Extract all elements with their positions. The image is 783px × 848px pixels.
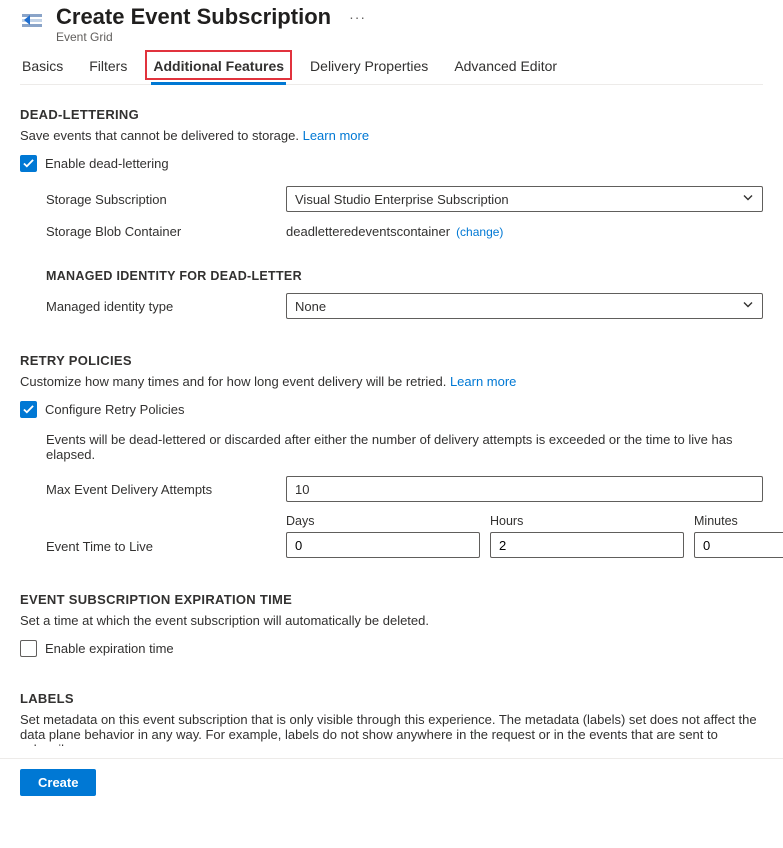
enable-expiration-label: Enable expiration time xyxy=(45,641,174,656)
ttl-hours-label: Hours xyxy=(490,514,684,528)
storage-subscription-value: Visual Studio Enterprise Subscription xyxy=(295,192,509,207)
enable-dead-lettering-label: Enable dead-lettering xyxy=(45,156,169,171)
managed-identity-heading: MANAGED IDENTITY FOR DEAD-LETTER xyxy=(46,269,763,283)
create-button[interactable]: Create xyxy=(20,769,96,796)
more-actions-button[interactable]: ··· xyxy=(349,9,366,25)
enable-expiration-checkbox[interactable] xyxy=(20,640,37,657)
storage-blob-container-value: deadletteredeventscontainer xyxy=(286,224,450,239)
labels-description: Set metadata on this event subscription … xyxy=(20,712,763,746)
managed-identity-type-label: Managed identity type xyxy=(46,299,274,314)
tab-delivery-properties[interactable]: Delivery Properties xyxy=(308,52,430,84)
change-blob-container-link[interactable]: (change) xyxy=(456,225,503,239)
page-subtitle: Event Grid xyxy=(56,30,366,44)
expiration-heading: EVENT SUBSCRIPTION EXPIRATION TIME xyxy=(20,592,763,607)
configure-retry-label: Configure Retry Policies xyxy=(45,402,184,417)
retry-policies-description: Customize how many times and for how lon… xyxy=(20,374,446,389)
event-grid-icon xyxy=(20,8,44,32)
storage-subscription-select[interactable]: Visual Studio Enterprise Subscription xyxy=(286,186,763,212)
tab-filters[interactable]: Filters xyxy=(87,52,129,84)
tab-advanced-editor[interactable]: Advanced Editor xyxy=(452,52,559,84)
dead-lettering-heading: DEAD-LETTERING xyxy=(20,107,763,122)
retry-policies-heading: RETRY POLICIES xyxy=(20,353,763,368)
event-ttl-label: Event Time to Live xyxy=(46,539,274,558)
expiration-description: Set a time at which the event subscripti… xyxy=(20,613,763,628)
storage-subscription-label: Storage Subscription xyxy=(46,192,274,207)
max-delivery-attempts-input[interactable] xyxy=(286,476,763,502)
ttl-days-label: Days xyxy=(286,514,480,528)
max-delivery-attempts-label: Max Event Delivery Attempts xyxy=(46,482,274,497)
retry-learn-more-link[interactable]: Learn more xyxy=(450,374,516,389)
tab-bar: Basics Filters Additional Features Deliv… xyxy=(20,52,763,85)
tab-label: Additional Features xyxy=(153,58,284,74)
chevron-down-icon xyxy=(742,299,754,314)
managed-identity-type-select[interactable]: None xyxy=(286,293,763,319)
ttl-minutes-label: Minutes xyxy=(694,514,783,528)
configure-retry-checkbox[interactable] xyxy=(20,401,37,418)
page-title: Create Event Subscription xyxy=(56,4,331,30)
tab-additional-features[interactable]: Additional Features xyxy=(151,52,286,85)
labels-heading: LABELS xyxy=(20,691,763,706)
chevron-down-icon xyxy=(742,192,754,207)
retry-helper-text: Events will be dead-lettered or discarde… xyxy=(46,432,763,462)
ttl-days-input[interactable] xyxy=(286,532,480,558)
dead-lettering-learn-more-link[interactable]: Learn more xyxy=(303,128,369,143)
enable-dead-lettering-checkbox[interactable] xyxy=(20,155,37,172)
ttl-minutes-input[interactable] xyxy=(694,532,783,558)
tab-basics[interactable]: Basics xyxy=(20,52,65,84)
dead-lettering-description: Save events that cannot be delivered to … xyxy=(20,128,299,143)
ttl-hours-input[interactable] xyxy=(490,532,684,558)
storage-blob-container-label: Storage Blob Container xyxy=(46,224,274,239)
managed-identity-type-value: None xyxy=(295,299,326,314)
